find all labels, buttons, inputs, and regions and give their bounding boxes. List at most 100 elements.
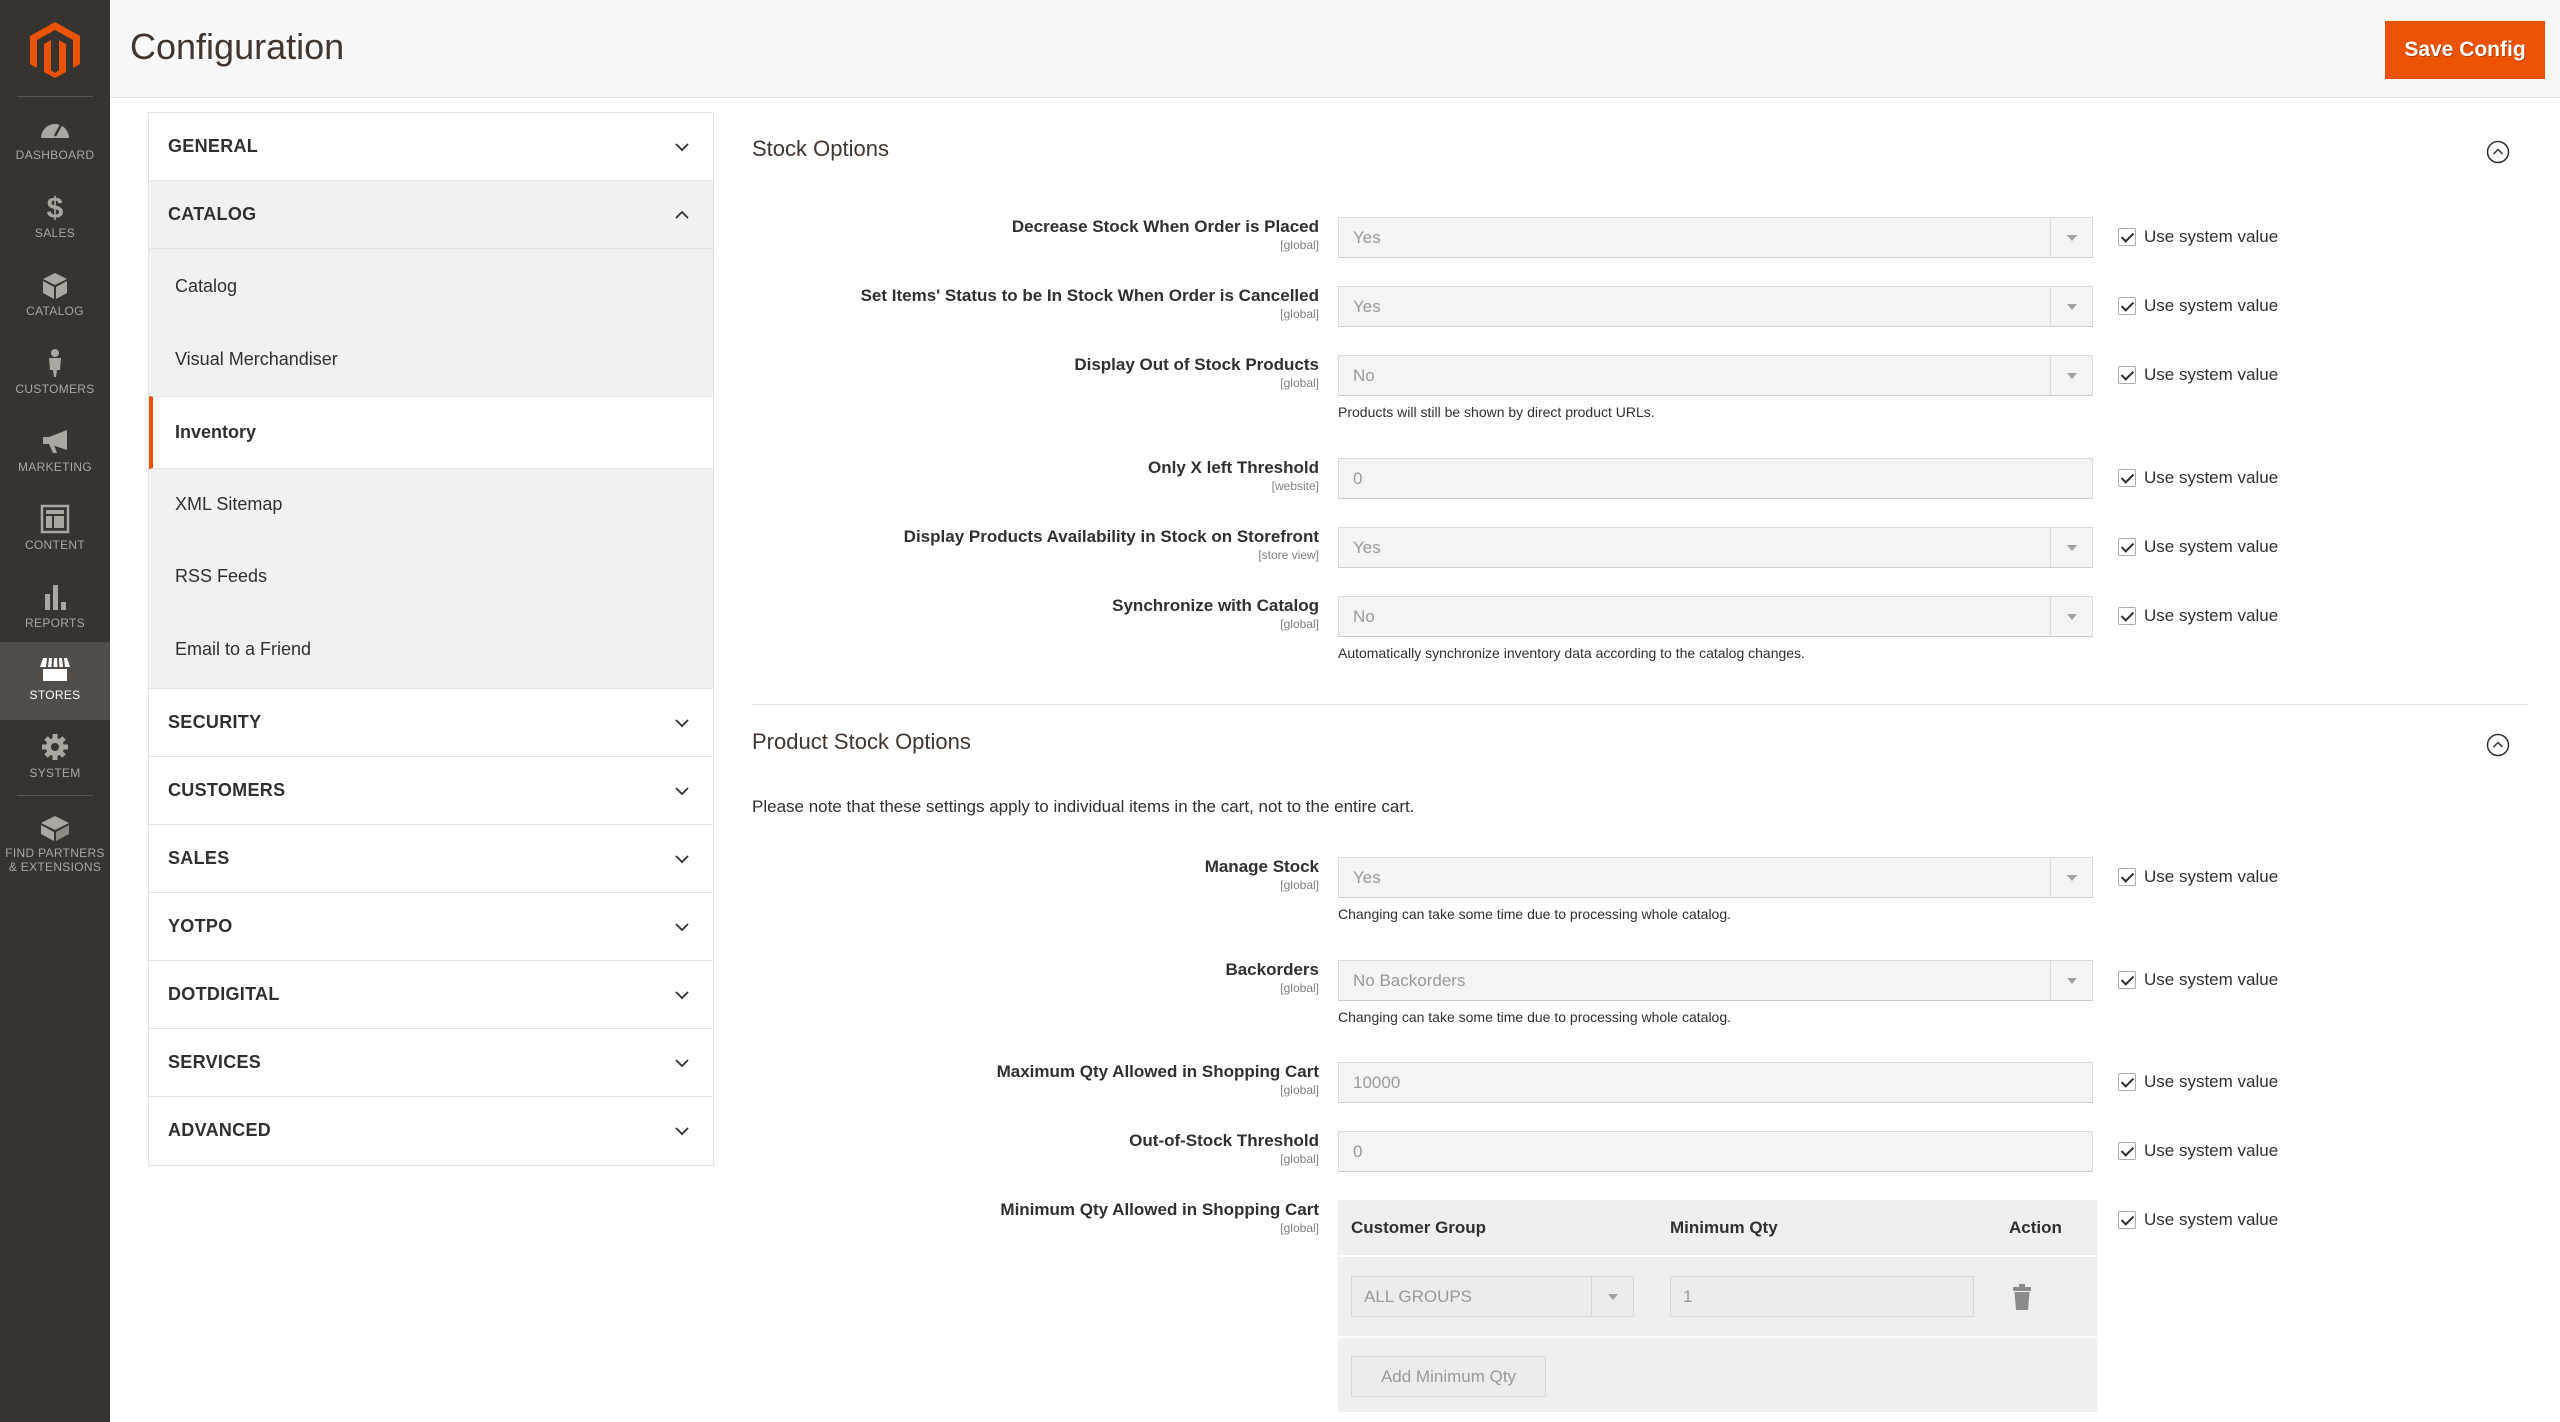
dropdown-arrow-icon[interactable] [2050,356,2092,395]
display-availability-select[interactable]: Yes [1338,527,2093,568]
tab-label: SECURITY [168,712,262,732]
max-qty-input[interactable]: 10000 [1338,1062,2093,1103]
min-qty-table: Customer Group Minimum Qty Action ALL GR… [1338,1200,2097,1412]
trash-icon[interactable] [2011,1284,2033,1310]
nav-item-xml-sitemap[interactable]: XML Sitemap [149,469,713,542]
select-value: Yes [1353,297,1381,316]
collapse-section-icon[interactable] [2486,733,2510,757]
nav-item-label: Visual Merchandiser [175,348,338,369]
tab-label: ADVANCED [168,1120,272,1140]
tab-advanced[interactable]: ADVANCED [149,1097,713,1165]
tab-label: YOTPO [168,916,233,936]
tab-dotdigital[interactable]: DOTDIGITAL [149,961,713,1029]
display-out-of-stock-select[interactable]: No [1338,355,2093,396]
bar-chart-icon [45,585,66,610]
checkbox-checked-icon[interactable] [2118,538,2136,556]
gear-icon [42,734,68,760]
customer-group-select[interactable]: ALL GROUPS [1351,1276,1634,1317]
checkbox-checked-icon[interactable] [2118,1211,2136,1229]
out-of-stock-threshold-input[interactable]: 0 [1338,1131,2093,1172]
collapse-section-icon[interactable] [2486,140,2510,164]
decrease-stock-select[interactable]: Yes [1338,217,2093,258]
checkbox-checked-icon[interactable] [2118,868,2136,886]
checkbox-checked-icon[interactable] [2118,971,2136,989]
only-x-left-threshold-input[interactable]: 0 [1338,458,2093,499]
select-value: Yes [1353,868,1381,887]
dropdown-arrow-icon[interactable] [2050,287,2092,326]
table-row: ALL GROUPS 1 [1338,1258,2097,1338]
nav-item-email-to-a-friend[interactable]: Email to a Friend [149,614,713,687]
nav-item-catalog[interactable]: Catalog [149,251,713,324]
field-label: Set Items' Status to be In Stock When Or… [861,286,1319,321]
tab-general[interactable]: GENERAL [149,113,713,181]
checkbox-label: Use system value [2144,1210,2279,1229]
add-minimum-qty-button[interactable]: Add Minimum Qty [1351,1356,1546,1397]
field-note: Products will still be shown by direct p… [1338,404,1655,420]
label-text: Manage Stock [1204,857,1319,876]
sidebar-item-reports[interactable]: REPORTS [0,570,110,648]
checkbox-checked-icon[interactable] [2118,1142,2136,1160]
manage-stock-select[interactable]: Yes [1338,857,2093,898]
nav-item-inventory[interactable]: Inventory [149,396,713,469]
sidebar-item-sales[interactable]: $ SALES [0,180,110,258]
tab-catalog[interactable]: CATALOG [149,181,713,249]
checkbox-checked-icon[interactable] [2118,1073,2136,1091]
tab-sales[interactable]: SALES [149,825,713,893]
dropdown-arrow-icon[interactable] [2050,858,2092,897]
sidebar-item-marketing[interactable]: MARKETING [0,414,110,492]
chevron-down-icon [675,1059,689,1068]
label-text: Decrease Stock When Order is Placed [1011,217,1319,236]
field-label: Maximum Qty Allowed in Shopping Cart [glo… [997,1062,1319,1097]
megaphone-icon [43,430,67,453]
backorders-select[interactable]: No Backorders [1338,960,2093,1001]
box-icon [43,273,67,299]
field-label: Minimum Qty Allowed in Shopping Cart [glo… [1000,1200,1319,1235]
dropdown-arrow-icon[interactable] [1591,1277,1633,1316]
table-footer: Add Minimum Qty [1338,1340,2097,1412]
checkbox-checked-icon[interactable] [2118,469,2136,487]
section-title-product-stock-options[interactable]: Product Stock Options [752,729,971,755]
sidebar-item-catalog[interactable]: CATALOG [0,258,110,336]
sidebar-item-find-partners[interactable]: FIND PARTNERS & EXTENSIONS [0,800,110,890]
sidebar-item-customers[interactable]: CUSTOMERS [0,336,110,414]
sidebar-item-system[interactable]: SYSTEM [0,720,110,798]
dropdown-arrow-icon[interactable] [2050,597,2092,636]
tab-label: SERVICES [168,1052,262,1072]
nav-item-visual-merchandiser[interactable]: Visual Merchandiser [149,324,713,397]
in-stock-on-cancel-select[interactable]: Yes [1338,286,2093,327]
dollar-icon: $ [47,192,64,222]
nav-item-rss-feeds[interactable]: RSS Feeds [149,541,713,614]
admin-sidebar: DASHBOARD $ SALES CATALOG CUSTOMERS MARK… [0,0,110,1422]
section-title-stock-options[interactable]: Stock Options [752,136,889,162]
magento-logo-icon[interactable] [30,22,80,78]
field-label: Display Out of Stock Products [global] [1074,355,1319,390]
tab-security[interactable]: SECURITY [149,689,713,757]
select-value: No [1353,366,1375,385]
sidebar-item-label: REPORTS [25,616,85,630]
synchronize-with-catalog-select[interactable]: No [1338,596,2093,637]
sidebar-item-dashboard[interactable]: DASHBOARD [0,102,110,180]
dashboard-icon [41,124,69,138]
sidebar-item-content[interactable]: CONTENT [0,492,110,570]
checkbox-checked-icon[interactable] [2118,228,2136,246]
tab-yotpo[interactable]: YOTPO [149,893,713,961]
dropdown-arrow-icon[interactable] [2050,961,2092,1000]
checkbox-checked-icon[interactable] [2118,366,2136,384]
checkbox-checked-icon[interactable] [2118,607,2136,625]
scope-label: [global] [1280,1152,1319,1166]
field-note: Changing can take some time due to proce… [1338,906,1732,922]
label-text: Synchronize with Catalog [1112,596,1319,615]
sidebar-item-stores[interactable]: STORES [0,642,110,720]
tab-customers[interactable]: CUSTOMERS [149,757,713,825]
nav-item-label: Inventory [175,422,257,442]
minimum-qty-input[interactable]: 1 [1670,1276,1974,1317]
tab-services[interactable]: SERVICES [149,1029,713,1097]
dropdown-arrow-icon[interactable] [2050,218,2092,257]
sidebar-item-label: CATALOG [26,304,84,318]
dropdown-arrow-icon[interactable] [2050,528,2092,567]
input-value: 1 [1683,1287,1693,1306]
save-config-button[interactable]: Save Config [2385,21,2545,79]
checkbox-checked-icon[interactable] [2118,297,2136,315]
scope-label: [global] [1280,238,1319,252]
scope-label: [store view] [1258,548,1319,562]
